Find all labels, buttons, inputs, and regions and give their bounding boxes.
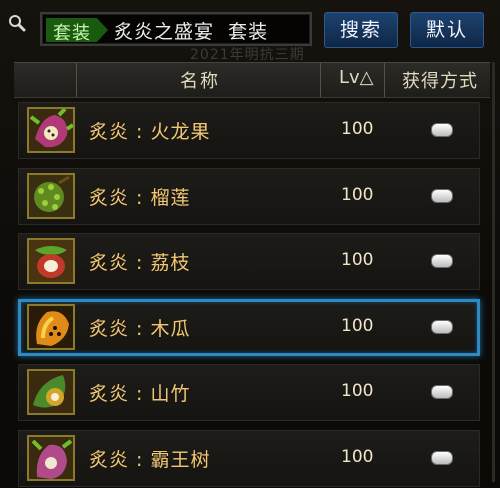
item-level: 100 xyxy=(341,119,374,139)
cactus-icon[interactable] xyxy=(27,434,75,481)
item-level: 100 xyxy=(341,184,374,205)
item-level: 100 xyxy=(341,381,374,401)
source-button[interactable] xyxy=(431,385,453,399)
set-filter-tag-label: 套装 xyxy=(53,23,91,44)
default-button[interactable]: 默认 xyxy=(410,12,484,48)
set-filter-tag[interactable]: 套装 xyxy=(46,18,108,42)
column-header-source[interactable]: 获得方式 xyxy=(402,67,478,93)
papaya-icon[interactable] xyxy=(27,303,75,350)
background-watermark-text: 2021年明抗三期 xyxy=(190,47,305,63)
item-search-panel: 套装 炙炎之盛宴 套装 2021年明抗三期 搜索 默认 名称 Lv△ 获得方式 … xyxy=(0,0,500,488)
item-name: 炙炎 : 山竹 xyxy=(89,383,191,405)
scrollbar-track[interactable] xyxy=(492,62,495,482)
item-name: 炙炎 : 火龙果 xyxy=(89,121,211,143)
search-query-text: 炙炎之盛宴 套装 xyxy=(114,21,269,43)
table-row[interactable]: 炙炎 : 火龙果 100 xyxy=(18,102,480,159)
source-button[interactable] xyxy=(431,188,453,203)
item-name: 炙炎 : 木瓜 xyxy=(89,317,191,340)
source-button[interactable] xyxy=(431,319,453,334)
dragonfruit-icon[interactable] xyxy=(27,107,75,153)
item-level: 100 xyxy=(341,250,374,270)
table-row[interactable]: 炙炎 : 霸王树 100 xyxy=(18,429,480,487)
mangosteen-icon[interactable] xyxy=(27,369,75,415)
column-header-level[interactable]: Lv△ xyxy=(339,67,374,88)
item-name: 炙炎 : 榴莲 xyxy=(89,186,191,209)
source-button[interactable] xyxy=(431,254,453,268)
source-button[interactable] xyxy=(431,450,453,465)
item-name: 炙炎 : 荔枝 xyxy=(89,252,191,274)
source-button[interactable] xyxy=(431,123,453,137)
column-divider xyxy=(320,63,321,97)
table-header: 名称 Lv△ 获得方式 xyxy=(14,62,490,98)
durian-icon[interactable] xyxy=(27,172,75,219)
item-level: 100 xyxy=(341,315,374,336)
lychee-icon[interactable] xyxy=(27,238,75,284)
search-button[interactable]: 搜索 xyxy=(324,12,398,48)
search-icon[interactable] xyxy=(8,14,26,32)
search-input[interactable]: 套装 炙炎之盛宴 套装 xyxy=(40,12,312,46)
column-divider xyxy=(384,63,385,97)
item-level: 100 xyxy=(341,446,374,467)
table-row[interactable]: 炙炎 : 荔枝 100 xyxy=(18,233,480,290)
table-row[interactable]: 炙炎 : 木瓜 100 xyxy=(18,298,480,356)
column-divider xyxy=(76,63,77,97)
column-header-name[interactable]: 名称 xyxy=(180,67,220,93)
item-name: 炙炎 : 霸王树 xyxy=(89,448,211,471)
table-row[interactable]: 炙炎 : 山竹 100 xyxy=(18,364,480,421)
table-row[interactable]: 炙炎 : 榴莲 100 xyxy=(18,167,480,225)
